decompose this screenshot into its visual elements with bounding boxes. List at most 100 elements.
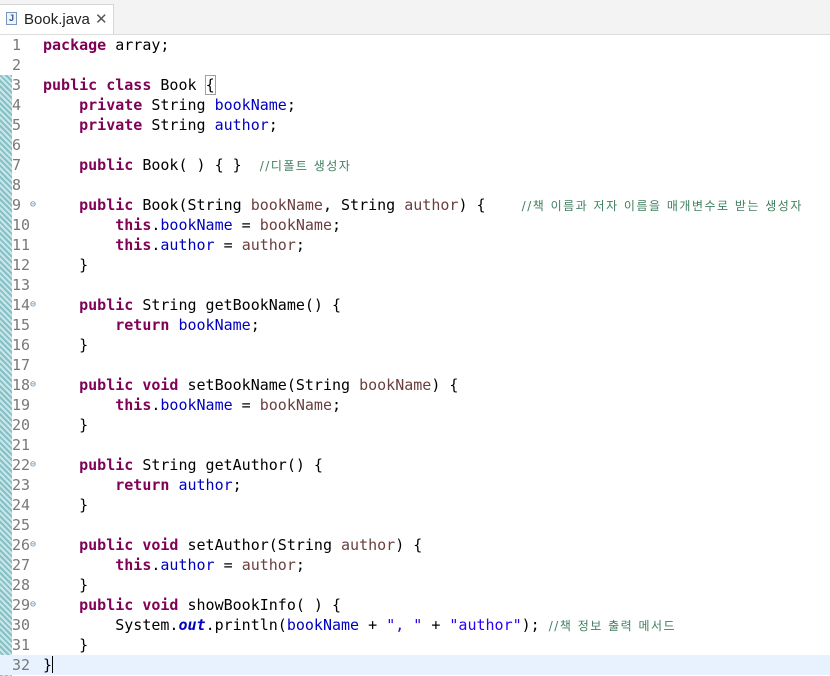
- code-text: this.author = author;: [43, 555, 305, 575]
- code-line[interactable]: 9 ⊖ public Book(String bookName, String a…: [0, 195, 830, 215]
- code-token: author: [160, 556, 215, 574]
- code-token: }: [43, 416, 89, 434]
- code-line[interactable]: 31 }: [0, 635, 830, 655]
- code-token: =: [214, 236, 242, 254]
- fold-toggle-icon[interactable]: ⊖: [30, 535, 36, 555]
- code-line[interactable]: 32}: [0, 655, 830, 675]
- code-token: bookName: [359, 376, 432, 394]
- tab-book-java[interactable]: J Book.java ✕: [0, 4, 114, 34]
- fold-toggle-icon[interactable]: ⊖: [30, 295, 36, 315]
- code-line[interactable]: 19 this.bookName = bookName;: [0, 395, 830, 415]
- code-token: Book( ) { }: [133, 156, 260, 174]
- code-line[interactable]: 28 }: [0, 575, 830, 595]
- code-line[interactable]: 20 }: [0, 415, 830, 435]
- line-number: 12: [12, 256, 31, 274]
- code-token: bookName: [178, 316, 251, 334]
- code-token: public: [79, 296, 134, 314]
- code-token: String getBookName() {: [133, 296, 342, 314]
- code-token: ;: [286, 96, 296, 114]
- code-line[interactable]: 18 ⊖ public void setBookName(String bookN…: [0, 375, 830, 395]
- code-token: author: [178, 476, 233, 494]
- code-text: private String bookName;: [43, 95, 296, 115]
- code-editor[interactable]: 1 package array; 2 3 public class Book {4 pr…: [0, 35, 830, 676]
- code-line[interactable]: 5 private String author;: [0, 115, 830, 135]
- code-line[interactable]: 29 ⊖ public void showBookInfo( ) {: [0, 595, 830, 615]
- code-token: public: [79, 596, 134, 614]
- code-line[interactable]: 30 System.out.println(bookName + ", " + …: [0, 615, 830, 635]
- code-line[interactable]: 23 return author;: [0, 475, 830, 495]
- code-token: this: [115, 396, 152, 414]
- line-number: 24: [12, 496, 31, 514]
- code-line[interactable]: 17: [0, 355, 830, 375]
- code-text: public void setAuthor(String author) {: [43, 535, 422, 555]
- code-token: String: [142, 96, 215, 114]
- line-number: 13: [12, 276, 31, 294]
- code-line[interactable]: 27 this.author = author;: [0, 555, 830, 575]
- code-token: ;: [268, 116, 278, 134]
- code-line[interactable]: 3 public class Book {: [0, 75, 830, 95]
- code-token: System.: [43, 616, 179, 634]
- code-token: out: [178, 616, 206, 634]
- code-token: =: [232, 396, 260, 414]
- fold-toggle-icon[interactable]: ⊖: [30, 195, 36, 215]
- line-number: 7: [12, 156, 22, 174]
- code-line[interactable]: 24 }: [0, 495, 830, 515]
- code-token: setAuthor(String: [178, 536, 342, 554]
- code-token: public: [79, 456, 134, 474]
- code-token: }: [43, 336, 89, 354]
- code-token: String getAuthor() {: [133, 456, 323, 474]
- code-line[interactable]: 16 }: [0, 335, 830, 355]
- code-line[interactable]: 11 this.author = author;: [0, 235, 830, 255]
- line-number: 5: [12, 116, 22, 134]
- code-token: author: [241, 556, 296, 574]
- line-number: 6: [12, 136, 22, 154]
- code-line[interactable]: 21: [0, 435, 830, 455]
- line-number: 17: [12, 356, 31, 374]
- code-token: ;: [232, 476, 242, 494]
- code-line[interactable]: 6: [0, 135, 830, 155]
- code-line[interactable]: 26 ⊖ public void setAuthor(String author)…: [0, 535, 830, 555]
- code-token: author: [241, 236, 296, 254]
- code-token: bookName: [214, 96, 287, 114]
- code-line[interactable]: 12 }: [0, 255, 830, 275]
- line-number: 2: [12, 56, 22, 74]
- code-text: public String getAuthor() {: [43, 455, 323, 475]
- code-token: setBookName(String: [178, 376, 360, 394]
- code-text: public void showBookInfo( ) {: [43, 595, 341, 615]
- code-text: }: [43, 635, 88, 655]
- code-text: }: [43, 655, 54, 675]
- code-line[interactable]: 22 ⊖ public String getAuthor() {: [0, 455, 830, 475]
- code-token: ;: [295, 236, 305, 254]
- code-line[interactable]: 14 ⊖ public String getBookName() {: [0, 295, 830, 315]
- close-icon[interactable]: ✕: [95, 10, 108, 28]
- code-line[interactable]: 15 return bookName;: [0, 315, 830, 335]
- fold-toggle-icon[interactable]: ⊖: [30, 375, 36, 395]
- fold-toggle-icon[interactable]: ⊖: [30, 455, 36, 475]
- code-token: bookName: [160, 216, 233, 234]
- code-text: this.bookName = bookName;: [43, 215, 341, 235]
- code-line[interactable]: 10 this.bookName = bookName;: [0, 215, 830, 235]
- code-token: bookName: [259, 216, 332, 234]
- fold-toggle-icon[interactable]: ⊖: [30, 595, 36, 615]
- code-line[interactable]: 1 package array;: [0, 35, 830, 55]
- code-line[interactable]: 8: [0, 175, 830, 195]
- code-line[interactable]: 4 private String bookName;: [0, 95, 830, 115]
- line-number: 1: [12, 36, 22, 54]
- code-line[interactable]: 13: [0, 275, 830, 295]
- line-number: 4: [12, 96, 22, 114]
- code-line[interactable]: 7 public Book( ) { } //디폴트 생성자: [0, 155, 830, 175]
- code-token: bookName: [259, 396, 332, 414]
- code-line[interactable]: 25: [0, 515, 830, 535]
- code-token: author: [404, 196, 459, 214]
- code-line[interactable]: 2: [0, 55, 830, 75]
- editor-tab-bar: J Book.java ✕: [0, 0, 830, 35]
- java-file-icon: J: [6, 12, 17, 25]
- code-token: void: [142, 596, 179, 614]
- code-text: public String getBookName() {: [43, 295, 341, 315]
